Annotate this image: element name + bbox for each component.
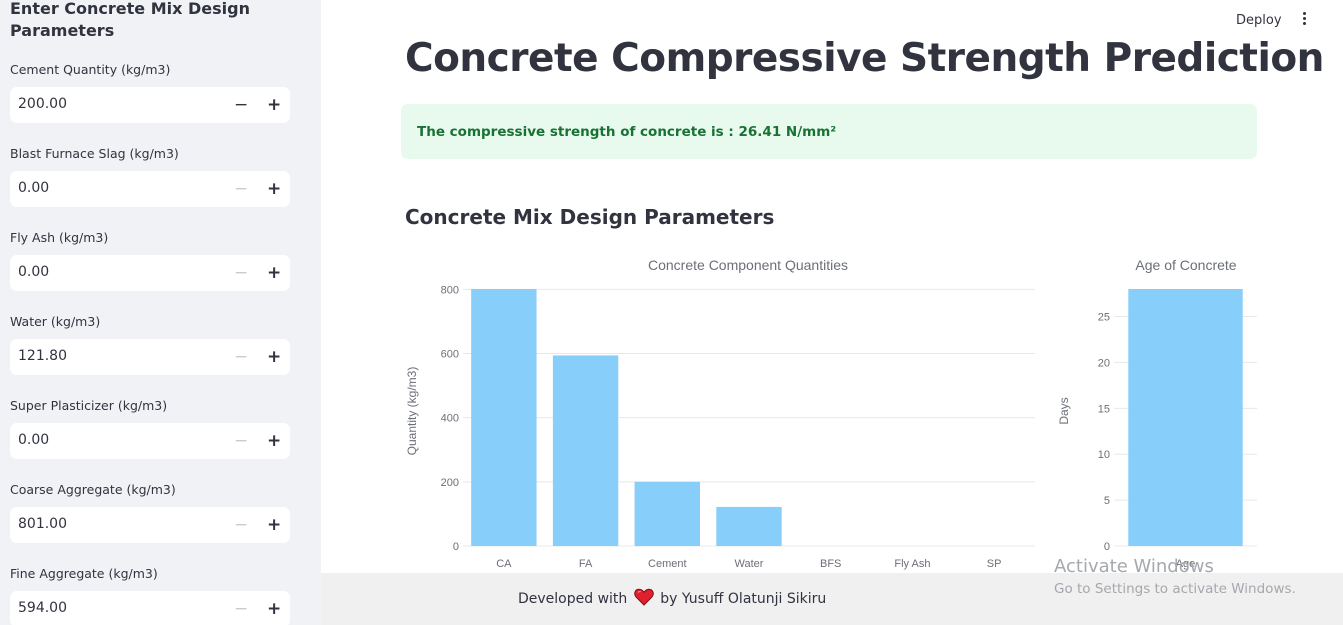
water-decrement-button[interactable]: − [234, 345, 248, 369]
coarse-aggregate-decrement-button[interactable]: − [234, 513, 248, 537]
superplasticizer-label: Super Plasticizer (kg/m3) [10, 398, 168, 413]
fly-ash-label: Fly Ash (kg/m3) [10, 230, 109, 245]
slag-input[interactable]: 0.00 − + [10, 171, 290, 207]
fine-aggregate-input[interactable]: 594.00 − + [10, 591, 290, 625]
chart1-title: Concrete Component Quantities [648, 257, 848, 273]
main-content: Deploy Concrete Compressive Strength Pre… [321, 0, 1343, 625]
heart-icon [633, 588, 654, 606]
cement-decrement-button[interactable]: − [234, 93, 248, 117]
chart1-x-ticks: CA FA Cement Water BFS Fly Ash SP [496, 558, 1001, 570]
water-increment-button[interactable]: + [267, 345, 281, 369]
c1-x-tick-label: CA [496, 558, 512, 570]
water-label: Water (kg/m3) [10, 314, 101, 329]
superplasticizer-increment-button[interactable]: + [267, 429, 281, 453]
c1-y-tick-label: 0 [453, 541, 459, 553]
fly-ash-value[interactable]: 0.00 [18, 264, 49, 280]
superplasticizer-value[interactable]: 0.00 [18, 432, 49, 448]
water-value[interactable]: 121.80 [18, 348, 67, 364]
water-input[interactable]: 121.80 − + [10, 339, 290, 375]
fly-ash-input[interactable]: 0.00 − + [10, 255, 290, 291]
c1-bar [716, 506, 782, 546]
c1-x-tick-label: FA [579, 558, 593, 570]
fine-aggregate-decrement-button[interactable]: − [234, 597, 248, 621]
fine-aggregate-value[interactable]: 594.00 [18, 600, 67, 616]
chart1-y-axis-label: Quantity (kg/m3) [405, 367, 419, 456]
slag-value[interactable]: 0.00 [18, 180, 49, 196]
footer-prefix: Developed with [518, 591, 628, 607]
c2-y-tick-label: 0 [1104, 541, 1110, 553]
chart2-title: Age of Concrete [1135, 257, 1236, 273]
c1-x-tick-label: Water [735, 558, 764, 570]
c1-bar [634, 481, 700, 546]
c1-y-tick-label: 600 [441, 348, 459, 360]
c2-y-tick-label: 20 [1098, 357, 1110, 369]
c2-bar [1128, 289, 1243, 546]
coarse-aggregate-label: Coarse Aggregate (kg/m3) [10, 482, 176, 497]
fly-ash-decrement-button[interactable]: − [234, 261, 248, 285]
slag-label: Blast Furnace Slag (kg/m3) [10, 146, 179, 161]
fine-aggregate-label: Fine Aggregate (kg/m3) [10, 566, 158, 581]
charts-area: Concrete Component Quantities Quantity (… [405, 257, 1257, 570]
c1-bar [552, 355, 619, 546]
activate-windows-subtext: Go to Settings to activate Windows. [1054, 581, 1296, 597]
superplasticizer-input[interactable]: 0.00 − + [10, 423, 290, 459]
c1-y-tick-label: 200 [441, 477, 459, 489]
c2-y-tick-label: 15 [1098, 403, 1110, 415]
coarse-aggregate-value[interactable]: 801.00 [18, 516, 67, 532]
app-window: Enter Concrete Mix Design Parameters Cem… [0, 0, 1343, 625]
cement-value[interactable]: 200.00 [18, 96, 67, 112]
chart1-y-ticks: 0 200 400 600 800 [441, 284, 459, 553]
coarse-aggregate-input[interactable]: 801.00 − + [10, 507, 290, 543]
footer-suffix: by Yusuff Olatunji Sikiru [660, 591, 827, 607]
cement-label: Cement Quantity (kg/m3) [10, 62, 171, 77]
chart2-y-ticks: 0 5 10 15 20 25 [1098, 312, 1110, 553]
c1-y-tick-label: 800 [441, 284, 459, 296]
chart2-bars [1128, 289, 1243, 546]
slag-decrement-button[interactable]: − [234, 177, 248, 201]
superplasticizer-decrement-button[interactable]: − [234, 429, 248, 453]
c2-y-tick-label: 25 [1098, 312, 1110, 324]
c1-x-tick-label: Fly Ash [894, 558, 930, 570]
fine-aggregate-increment-button[interactable]: + [267, 597, 281, 621]
activate-windows-watermark: Activate Windows [1054, 556, 1214, 577]
cement-increment-button[interactable]: + [267, 93, 281, 117]
c2-y-tick-label: 10 [1098, 449, 1110, 461]
c1-bar [471, 289, 537, 546]
coarse-aggregate-increment-button[interactable]: + [267, 513, 281, 537]
fly-ash-increment-button[interactable]: + [267, 261, 281, 285]
sidebar: Enter Concrete Mix Design Parameters Cem… [0, 0, 321, 625]
c1-x-tick-label: BFS [820, 558, 841, 570]
c1-y-tick-label: 400 [441, 413, 459, 425]
cement-input[interactable]: 200.00 − + [10, 87, 290, 123]
c1-x-tick-label: SP [987, 558, 1002, 570]
slag-increment-button[interactable]: + [267, 177, 281, 201]
sidebar-title: Enter Concrete Mix Design Parameters [10, 0, 250, 40]
c2-y-tick-label: 5 [1104, 495, 1110, 507]
chart2-y-axis-label: Days [1057, 397, 1071, 424]
c1-x-tick-label: Cement [648, 558, 687, 570]
